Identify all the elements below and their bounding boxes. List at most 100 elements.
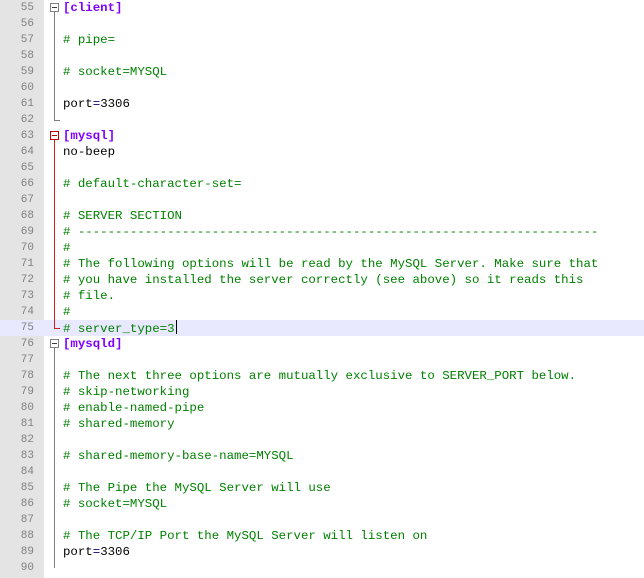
line-number: 63	[20, 130, 34, 142]
code-line[interactable]: 67	[0, 192, 644, 208]
line-number: 76	[20, 338, 34, 350]
line-number: 78	[20, 370, 34, 382]
token-comment: # socket=MYSQL	[63, 497, 168, 511]
code-line[interactable]: 80 # enable-named-pipe	[0, 400, 644, 416]
line-number: 84	[20, 466, 34, 478]
line-text: port=3306	[63, 96, 130, 112]
line-text: #	[63, 304, 70, 320]
token-comment: # you have installed the server correctl…	[63, 273, 584, 287]
token-comment: #	[63, 241, 71, 255]
line-text: [mysqld]	[63, 336, 123, 352]
code-line[interactable]: 85 # The Pipe the MySQL Server will use	[0, 480, 644, 496]
line-number: 61	[20, 98, 34, 110]
code-line[interactable]: 57 # pipe=	[0, 32, 644, 48]
code-line[interactable]: 60	[0, 80, 644, 96]
line-text: # SERVER SECTION	[63, 208, 182, 224]
token-section: [client]	[63, 1, 123, 15]
code-line[interactable]: 81 # shared-memory	[0, 416, 644, 432]
token-comment: # enable-named-pipe	[63, 401, 205, 415]
fold-end-marker	[54, 328, 60, 329]
line-number: 59	[20, 66, 34, 78]
code-line[interactable]: 90	[0, 560, 644, 576]
code-line[interactable]: 75 # server_type=3	[0, 320, 644, 336]
line-text: [client]	[63, 0, 123, 16]
fold-minus-icon[interactable]	[50, 131, 59, 140]
line-text: # socket=MYSQL	[63, 64, 167, 80]
code-line[interactable]: 78 # The next three options are mutually …	[0, 368, 644, 384]
token-comment: # file.	[63, 289, 116, 303]
line-number: 73	[20, 290, 34, 302]
line-number: 57	[20, 34, 34, 46]
code-line[interactable]: 55 [client]	[0, 0, 644, 16]
code-line[interactable]: 73 # file.	[0, 288, 644, 304]
code-line[interactable]: 71 # The following options will be read b…	[0, 256, 644, 272]
token-comment: # shared-memory-base-name=MYSQL	[63, 449, 294, 463]
line-number: 67	[20, 194, 34, 206]
token-comment: # pipe=	[63, 33, 116, 47]
code-line[interactable]: 72 # you have installed the server correc…	[0, 272, 644, 288]
token-comment: #	[63, 305, 71, 319]
line-text: # server_type=3	[63, 320, 177, 336]
line-text: # The following options will be read by …	[63, 256, 598, 272]
line-number: 74	[20, 306, 34, 318]
code-line[interactable]: 62	[0, 112, 644, 128]
code-line[interactable]: 70 #	[0, 240, 644, 256]
line-number: 68	[20, 210, 34, 222]
code-line[interactable]: 76 [mysqld]	[0, 336, 644, 352]
code-editor[interactable]: 55 [client] 56 57 # pipe= 58 59 # socket=MYSQL 6…	[0, 0, 644, 578]
code-line[interactable]: 69 # ------------------------------------…	[0, 224, 644, 240]
code-line[interactable]: 83 # shared-memory-base-name=MYSQL	[0, 448, 644, 464]
line-number: 89	[20, 546, 34, 558]
code-line[interactable]: 58	[0, 48, 644, 64]
code-line[interactable]: 77	[0, 352, 644, 368]
token-comment: # socket=MYSQL	[63, 65, 168, 79]
line-text: # socket=MYSQL	[63, 496, 167, 512]
code-line[interactable]: 56	[0, 16, 644, 32]
line-number: 66	[20, 178, 34, 190]
line-number: 80	[20, 402, 34, 414]
line-number: 71	[20, 258, 34, 270]
code-line[interactable]: 61 port=3306	[0, 96, 644, 112]
fold-minus-icon[interactable]	[50, 339, 59, 348]
line-number: 62	[20, 114, 34, 126]
code-line[interactable]: 82	[0, 432, 644, 448]
token-comment: # skip-networking	[63, 385, 190, 399]
code-line[interactable]: 84	[0, 464, 644, 480]
code-line[interactable]: 68 # SERVER SECTION	[0, 208, 644, 224]
line-text: # default-character-set=	[63, 176, 241, 192]
line-number: 88	[20, 530, 34, 542]
line-text: port=3306	[63, 544, 130, 560]
token-section: [mysql]	[63, 129, 116, 143]
line-number: 69	[20, 226, 34, 238]
code-line[interactable]: 66 # default-character-set=	[0, 176, 644, 192]
line-text: no-beep	[63, 144, 115, 160]
fold-end-marker	[54, 120, 60, 121]
fold-minus-icon[interactable]	[50, 3, 59, 12]
token-comment: # default-character-set=	[63, 177, 242, 191]
code-line[interactable]: 89 port=3306	[0, 544, 644, 560]
line-number: 55	[20, 2, 34, 14]
code-line[interactable]: 65	[0, 160, 644, 176]
token-comment: # SERVER SECTION	[63, 209, 182, 223]
code-line[interactable]: 59 # socket=MYSQL	[0, 64, 644, 80]
line-number: 58	[20, 50, 34, 62]
line-number: 56	[20, 18, 34, 30]
line-text: # --------------------------------------…	[63, 224, 598, 240]
line-number: 70	[20, 242, 34, 254]
line-text: # The TCP/IP Port the MySQL Server will …	[63, 528, 427, 544]
text-caret	[175, 320, 177, 334]
line-number: 60	[20, 82, 34, 94]
line-text: # skip-networking	[63, 384, 189, 400]
line-number: 65	[20, 162, 34, 174]
code-line[interactable]: 63 [mysql]	[0, 128, 644, 144]
code-line[interactable]: 86 # socket=MYSQL	[0, 496, 644, 512]
token-key: port	[63, 97, 93, 111]
code-line[interactable]: 74 #	[0, 304, 644, 320]
token-comment: # The next three options are mutually ex…	[63, 369, 577, 383]
token-val: 3306	[100, 545, 130, 559]
line-text: # The next three options are mutually ex…	[63, 368, 576, 384]
code-line[interactable]: 88 # The TCP/IP Port the MySQL Server wil…	[0, 528, 644, 544]
code-line[interactable]: 64 no-beep	[0, 144, 644, 160]
code-line[interactable]: 87	[0, 512, 644, 528]
code-line[interactable]: 79 # skip-networking	[0, 384, 644, 400]
